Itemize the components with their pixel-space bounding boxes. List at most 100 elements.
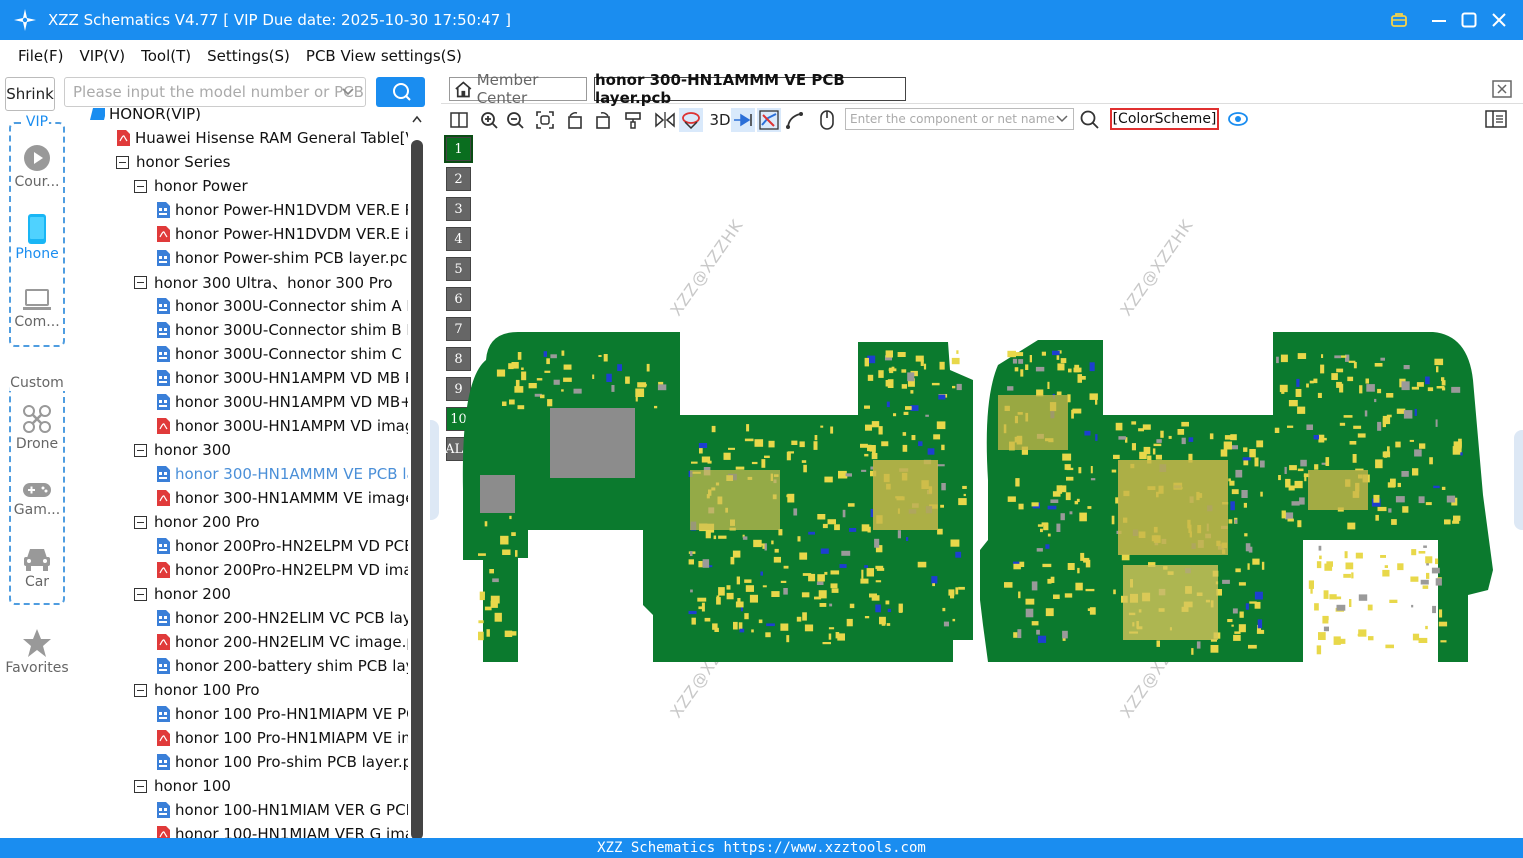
tree-file[interactable]: honor 300U-Connector shim B PCE [156, 318, 408, 342]
tree-file[interactable]: honor Power-HN1DVDM VER.E im [156, 222, 408, 246]
layer-button-1[interactable]: 1 [444, 135, 473, 163]
tree-file[interactable]: honor 300U-HN1AMPM VD MB PC [156, 366, 408, 390]
tree-group[interactable]: honor 100 [134, 774, 231, 798]
collapse-icon[interactable] [134, 443, 147, 457]
component-search-input[interactable]: Enter the component or net name [845, 108, 1074, 130]
split-view-icon[interactable] [447, 108, 471, 132]
tree-file[interactable]: honor 300-HN1AMMM VE image.p [156, 486, 408, 510]
tree-file[interactable]: honor 200-battery shim PCB layer.p [156, 654, 408, 678]
tree-file[interactable]: honor 200Pro-HN2ELPM VD PCB l [156, 534, 408, 558]
tree-scrollbar[interactable] [408, 108, 432, 840]
pcb-file-icon [157, 610, 170, 626]
right-panel-handle[interactable] [1514, 430, 1523, 530]
colorscheme-button[interactable]: [ColorScheme] [1110, 108, 1219, 130]
tree-file[interactable]: honor 300U-Connector shim A PCE [156, 294, 408, 318]
laptop-icon [23, 289, 51, 310]
tree-file[interactable]: honor 100 Pro-shim PCB layer.pcb [156, 750, 408, 774]
tree-file[interactable]: honor 300U-Connector shim C PCE [156, 342, 408, 366]
trace-mode-icon[interactable] [757, 108, 781, 132]
menu-file[interactable]: File(F) [18, 47, 63, 65]
menu-vip[interactable]: VIP(V) [79, 47, 125, 65]
collapse-icon[interactable] [134, 515, 147, 529]
tree-file[interactable]: honor 100 Pro-HN1MIAPM VE PCE [156, 702, 408, 726]
rotate-left-icon[interactable] [563, 108, 587, 132]
sidebar-item-courses[interactable]: Cour... [0, 144, 74, 190]
layer-button-5[interactable]: 5 [446, 257, 471, 281]
tree-file[interactable]: honor 300U-HN1AMPM VD image [156, 414, 408, 438]
collapse-icon[interactable] [116, 155, 129, 169]
tree-label: honor 100 Pro-HN1MIAPM VE PCE [175, 705, 408, 723]
layer-button-6[interactable]: 6 [446, 287, 471, 311]
sidebar-item-phone[interactable]: Phone [0, 214, 74, 262]
tree-file[interactable]: Huawei Hisense RAM General Table[VIP] [116, 126, 408, 150]
fit-view-icon[interactable] [533, 108, 557, 132]
close-all-tabs-icon[interactable] [1492, 80, 1512, 98]
format-painter-icon[interactable] [621, 108, 645, 132]
chevron-down-icon[interactable] [341, 83, 355, 101]
tree-file[interactable]: honor 100 Pro-HN1MIAPM VE ima [156, 726, 408, 750]
menu-pcb-view-settings[interactable]: PCB View settings(S) [306, 47, 462, 65]
zoom-out-icon[interactable] [503, 108, 527, 132]
tab-member-center[interactable]: Member Center [449, 71, 587, 107]
tree-scrollbar-thumb[interactable] [411, 140, 423, 840]
collapse-icon[interactable] [134, 275, 147, 289]
eye-icon[interactable] [1227, 110, 1249, 128]
tree-label: honor 200 Pro [154, 513, 260, 531]
collapse-panel-handle[interactable] [430, 420, 439, 520]
menu-settings[interactable]: Settings(S) [207, 47, 290, 65]
zoom-in-icon[interactable] [477, 108, 501, 132]
chevron-down-icon[interactable] [1055, 112, 1069, 126]
tree-file[interactable]: honor 300U-HN1AMPM VD MB+S [156, 390, 408, 414]
collapse-icon[interactable] [134, 683, 147, 697]
model-search-input[interactable]: Please input the model number or PCB [64, 77, 366, 107]
minimize-icon[interactable] [1424, 0, 1454, 40]
tree-file[interactable]: honor 200Pro-HN2ELPM VD image [156, 558, 408, 582]
menu-tool[interactable]: Tool(T) [141, 47, 191, 65]
tree-group[interactable]: honor Power [134, 174, 248, 198]
pin-mode-icon[interactable] [731, 108, 755, 132]
tab-pcb-file[interactable]: honor 300-HN1AMMM VE PCB layer.pcb [594, 71, 906, 107]
close-icon[interactable] [1484, 0, 1514, 40]
sidebar-item-car[interactable]: Car [0, 546, 74, 590]
mirror-icon[interactable] [653, 108, 677, 132]
maximize-icon[interactable] [1454, 0, 1484, 40]
tree-brand[interactable]: HONOR(VIP) [90, 108, 201, 126]
component-search-icon[interactable] [1080, 110, 1100, 130]
tree-file[interactable]: honor 200-HN2ELIM VC PCB layer. [156, 606, 408, 630]
layer-button-3[interactable]: 3 [446, 197, 471, 221]
tree-group[interactable]: honor 300 Ultra、honor 300 Pro [134, 270, 393, 294]
tree-file[interactable]: honor 300-HN1AMMM VE PCB lay [156, 462, 408, 486]
tree-file[interactable]: honor 100-HN1MIAM VER G PCB l [156, 798, 408, 822]
tree-file[interactable]: honor Power-HN1DVDM VER.E PC [156, 198, 408, 222]
tree-group[interactable]: honor Series [116, 150, 230, 174]
layer-button-4[interactable]: 4 [446, 227, 471, 251]
pdf-file-icon [117, 130, 130, 146]
sidebar-item-favorites[interactable]: Favorites [0, 628, 74, 676]
measure-icon[interactable] [783, 108, 807, 132]
scroll-up-icon[interactable] [411, 114, 423, 124]
tree-group[interactable]: honor 300 [134, 438, 231, 462]
tab-label: honor 300-HN1AMMM VE PCB layer.pcb [595, 71, 845, 107]
shrink-button[interactable]: Shrink [5, 77, 55, 111]
net-highlight-icon[interactable] [679, 108, 703, 132]
collapse-icon[interactable] [134, 179, 147, 193]
sidebar-item-computer[interactable]: Com... [0, 288, 74, 330]
sidebar-item-drone[interactable]: Drone [0, 404, 74, 452]
pcb-file-icon [157, 202, 170, 218]
mouse-mode-icon[interactable] [815, 108, 839, 132]
pcb-board-canvas[interactable] [458, 320, 1498, 670]
side-panel-icon[interactable] [1485, 110, 1507, 128]
layer-button-2[interactable]: 2 [446, 167, 471, 191]
sidebar-item-game[interactable]: Gam... [0, 480, 74, 518]
tree-group[interactable]: honor 200 Pro [134, 510, 260, 534]
tree-group[interactable]: honor 200 [134, 582, 231, 606]
collapse-icon[interactable] [134, 587, 147, 601]
search-button[interactable] [376, 77, 425, 107]
tree-file[interactable]: honor 100-HN1MIAM VER G image [156, 822, 408, 838]
collapse-icon[interactable] [134, 779, 147, 793]
tree-file[interactable]: honor 200-HN2ELIM VC image.pdf [156, 630, 408, 654]
tree-group[interactable]: honor 100 Pro [134, 678, 260, 702]
vip-crown-icon[interactable] [1384, 0, 1414, 40]
tree-file[interactable]: honor Power-shim PCB layer.pcb [156, 246, 408, 270]
rotate-right-icon[interactable] [591, 108, 615, 132]
